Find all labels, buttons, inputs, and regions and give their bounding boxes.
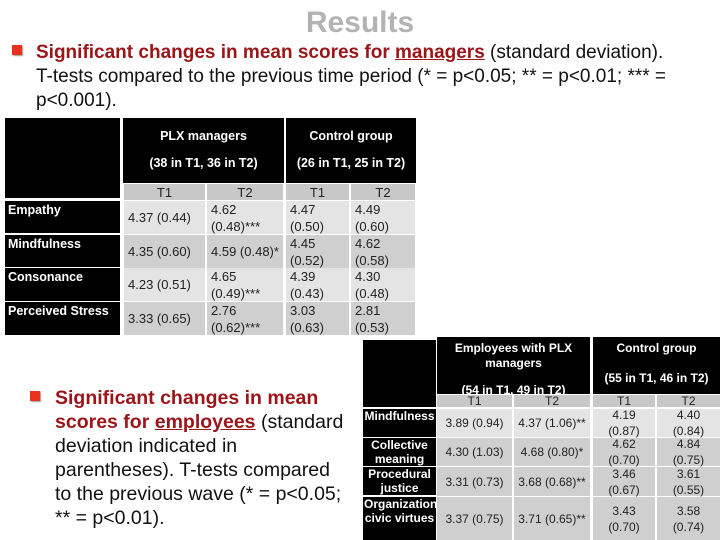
table2-cell: 3.31 (0.73) — [437, 467, 512, 496]
table1-cell: 3.03 (0.63) — [286, 302, 349, 335]
table2-col-t2: T2 — [514, 395, 590, 407]
table1-cell: 2.76 (0.62)*** — [207, 302, 283, 335]
table1-cell: 3.33 (0.65) — [124, 302, 205, 335]
table2-group-control-name: Control group — [616, 341, 697, 355]
table2-col-t2-control: T2 — [657, 395, 720, 407]
table2-group-control-n: (55 in T1, 46 in T2) — [604, 371, 709, 385]
table2-cell: 3.43 (0.70) — [593, 497, 655, 540]
table1-group-control: Control group (26 in T1, 25 in T2) — [286, 118, 416, 183]
table2-cell: 3.37 (0.75) — [437, 497, 512, 540]
table2-row-label: Mindfulness — [363, 409, 436, 437]
section2-emphasis: employees — [154, 411, 256, 433]
table2-col-t1: T1 — [437, 395, 512, 407]
table1-row-label: Mindfulness — [5, 235, 120, 267]
table2-cell: 3.61 (0.55) — [657, 467, 720, 497]
table2-cell: 3.46 (0.67) — [593, 467, 655, 497]
table2-group-control: Control group (55 in T1, 46 in T2) — [593, 337, 720, 394]
table1-row-label: Consonance — [5, 268, 120, 301]
slide-title: Results — [305, 6, 415, 39]
table2-cell: 4.37 (1.06)** — [514, 409, 590, 437]
table1-cell: 4.30 (0.48) — [351, 268, 415, 301]
table1-cell: 4.62 (0.58) — [351, 235, 415, 268]
table1-col-t1-control: T1 — [286, 184, 349, 200]
section1-bold: Significant changes in mean scores for — [36, 42, 395, 63]
table1-group-plx-name: PLX managers — [160, 129, 247, 143]
table1-group-control-n: (26 in T1, 25 in T2) — [296, 156, 406, 170]
table2-cell: 4.30 (1.03) — [437, 438, 512, 466]
table1-group-control-name: Control group — [309, 129, 393, 143]
table2-cell: 4.19 (0.87) — [593, 408, 655, 438]
table2-corner — [363, 340, 436, 407]
table2-row-label: Organizational civic virtues — [363, 497, 447, 540]
table2-group-plx-name: Employees with PLX managers — [454, 341, 573, 370]
table2-cell: 3.68 (0.68)** — [514, 467, 590, 496]
section1-emphasis: managers — [395, 42, 485, 63]
table1-row-label: Perceived Stress — [5, 302, 120, 335]
table1-cell: 4.23 (0.51) — [124, 268, 205, 301]
bullet-square-icon — [12, 45, 22, 55]
table2-cell: 3.71 (0.65)** — [514, 497, 590, 540]
table1-col-t2: T2 — [207, 184, 283, 200]
table1-cell: 4.35 (0.60) — [124, 235, 205, 268]
table2-cell: 3.89 (0.94) — [437, 409, 512, 437]
table2-cell: 3.58 (0.74) — [657, 497, 720, 540]
table1-cell: 4.37 (0.44) — [124, 201, 205, 234]
table2-cell: 4.68 (0.80)* — [514, 438, 590, 466]
section2-text: Significant changes in mean scores for e… — [55, 386, 350, 530]
table1-group-plx: PLX managers (38 in T1, 36 in T2) — [123, 118, 284, 183]
table2-row-label: Procedural justice — [363, 467, 436, 495]
table1-corner — [5, 118, 120, 198]
table2-cell: 4.62 (0.70) — [593, 437, 655, 467]
table2-col-t1-control: T1 — [593, 395, 655, 407]
table1-cell: 4.59 (0.48)* — [207, 235, 283, 268]
bullet-square-icon — [30, 391, 40, 401]
table2-cell: 4.84 (0.75) — [657, 437, 720, 467]
table1-row-label: Empathy — [5, 201, 120, 233]
table1-cell: 4.39 (0.43) — [286, 268, 349, 301]
table1-cell: 4.49 (0.60) — [351, 201, 415, 234]
table1-cell: 4.65 (0.49)*** — [207, 268, 283, 301]
table2-group-plx-n: (54 in T1, 49 in T2) — [461, 383, 566, 397]
table1-cell: 4.45 (0.52) — [286, 235, 349, 268]
table2-group-plx: Employees with PLX managers (54 in T1, 4… — [437, 337, 590, 397]
table1-cell: 4.62 (0.48)*** — [207, 201, 283, 234]
table1-col-t1: T1 — [124, 184, 205, 200]
table1-cell: 2.81 (0.53) — [351, 302, 415, 335]
table1-cell: 4.47 (0.50) — [286, 201, 349, 234]
table1-group-plx-n: (38 in T1, 36 in T2) — [149, 156, 258, 170]
table2-row-label: Collective meaning — [363, 438, 436, 466]
table2-cell: 4.40 (0.84) — [657, 408, 720, 438]
table1-col-t2-control: T2 — [351, 184, 415, 200]
section1-text: Significant changes in mean scores for m… — [36, 41, 676, 113]
